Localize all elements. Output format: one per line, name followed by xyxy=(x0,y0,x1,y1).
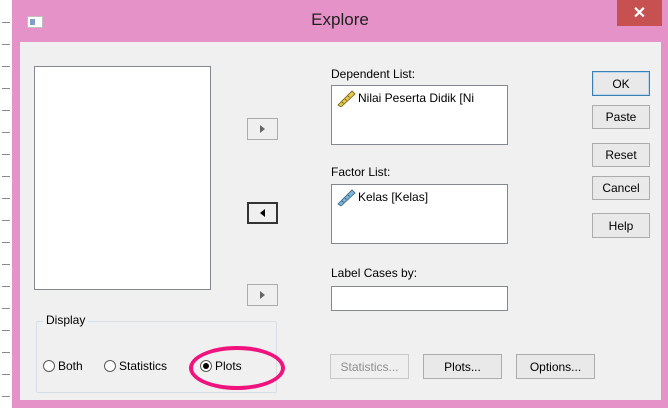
factor-variable-name: Kelas [Kelas] xyxy=(358,190,429,204)
radio-unchecked-icon xyxy=(43,360,55,372)
help-button[interactable]: Help xyxy=(592,213,650,238)
display-option-both-label: Both xyxy=(58,359,83,373)
ruler-tick xyxy=(2,132,10,133)
ruler-tick xyxy=(2,264,10,265)
ruler-tick xyxy=(2,154,10,155)
display-option-plots[interactable]: Plots xyxy=(200,359,242,373)
radio-unchecked-icon xyxy=(104,360,116,372)
dialog-title: Explore xyxy=(311,10,369,29)
factor-list-label: Factor List: xyxy=(331,165,391,179)
paste-button[interactable]: Paste xyxy=(592,105,650,129)
reset-button[interactable]: Reset xyxy=(592,143,650,167)
move-from-factor-button[interactable] xyxy=(247,202,278,224)
cancel-button[interactable]: Cancel xyxy=(592,176,650,200)
ruler-tick xyxy=(2,22,10,23)
dependent-list[interactable]: Nilai Peserta Didik [Ni xyxy=(331,85,508,145)
ruler-nominal-icon xyxy=(337,189,356,206)
dialog-body: Dependent List: Nilai Peserta Didik [Ni … xyxy=(20,42,661,400)
ruler-tick xyxy=(2,66,10,67)
radio-checked-icon xyxy=(200,360,212,372)
dependent-variable-name: Nilai Peserta Didik [Ni xyxy=(358,91,475,105)
display-option-statistics[interactable]: Statistics xyxy=(104,359,167,373)
ruler-tick xyxy=(2,110,10,111)
options-button[interactable]: Options... xyxy=(516,354,595,379)
move-to-label-cases-button[interactable] xyxy=(247,284,278,306)
arrow-right-icon xyxy=(260,125,265,133)
arrow-right-icon xyxy=(260,291,265,299)
label-cases-field[interactable] xyxy=(331,286,508,311)
display-option-statistics-label: Statistics xyxy=(119,359,168,373)
factor-list[interactable]: Kelas [Kelas] xyxy=(331,184,508,244)
ruler-tick xyxy=(2,88,10,89)
ok-button[interactable]: OK xyxy=(592,71,650,96)
list-item[interactable]: Kelas [Kelas] xyxy=(336,188,428,206)
ruler-tick xyxy=(2,176,10,177)
title-bar[interactable]: Explore ✕ xyxy=(12,0,668,42)
plots-button[interactable]: Plots... xyxy=(423,354,502,379)
display-group-label: Display xyxy=(43,313,89,327)
source-variable-list[interactable] xyxy=(34,66,211,290)
ruler-tick xyxy=(2,286,10,287)
label-cases-label: Label Cases by: xyxy=(331,266,418,280)
list-item[interactable]: Nilai Peserta Didik [Ni xyxy=(336,89,474,107)
ruler-tick xyxy=(2,396,10,397)
display-option-both[interactable]: Both xyxy=(43,359,83,373)
ruler-tick xyxy=(2,198,10,199)
ruler-tick xyxy=(2,330,10,331)
explore-dialog: Explore ✕ Dependent List: Nilai Peserta … xyxy=(12,0,668,408)
close-button[interactable]: ✕ xyxy=(617,0,662,26)
statistics-button[interactable]: Statistics... xyxy=(330,354,409,379)
ruler-tick xyxy=(2,44,10,45)
display-group: Display xyxy=(36,313,277,393)
arrow-left-icon xyxy=(260,209,265,217)
ruler-tick xyxy=(2,220,10,221)
move-to-dependent-button[interactable] xyxy=(247,118,278,140)
display-option-plots-label: Plots xyxy=(215,359,242,373)
ruler-tick xyxy=(2,352,10,353)
ruler-tick xyxy=(2,374,10,375)
ruler-tick xyxy=(2,242,10,243)
ruler-tick xyxy=(2,308,10,309)
dependent-list-label: Dependent List: xyxy=(331,67,416,81)
background-ruler xyxy=(0,0,12,408)
ruler-scale-icon xyxy=(337,90,356,107)
